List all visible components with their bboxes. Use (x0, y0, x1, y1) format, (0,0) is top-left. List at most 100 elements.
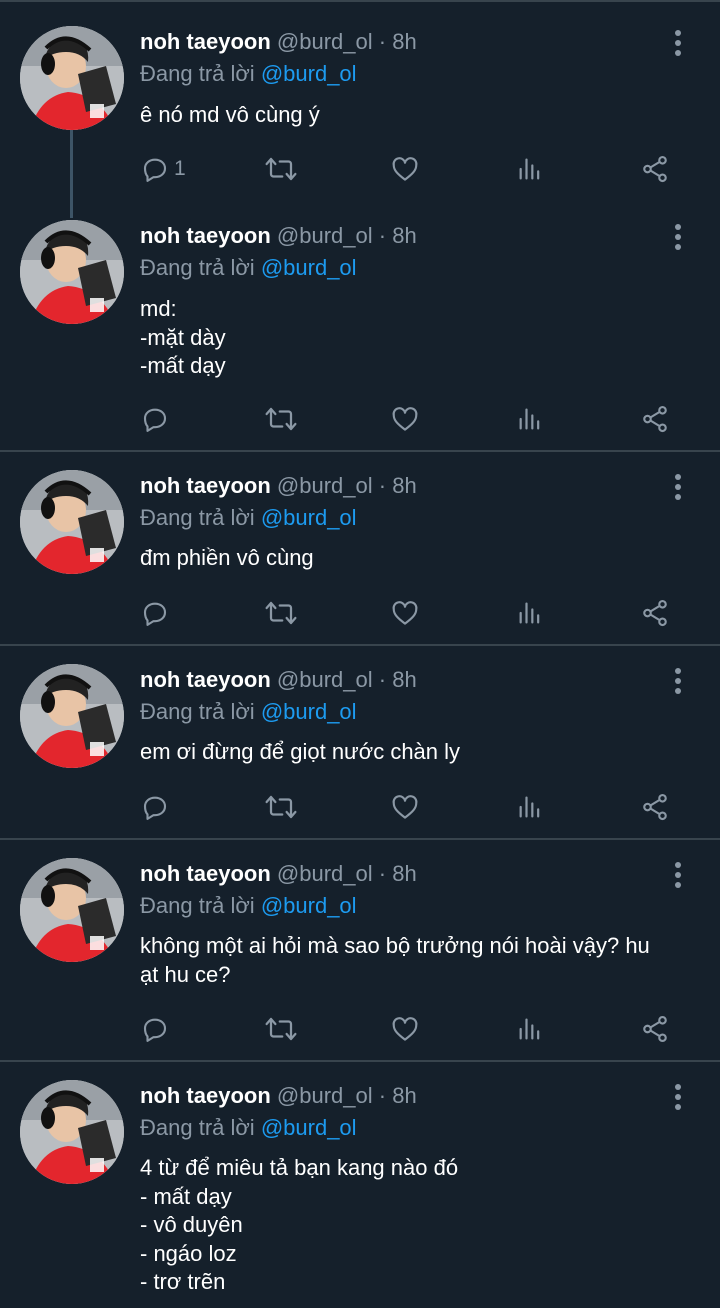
views-icon (516, 598, 544, 628)
avatar[interactable] (20, 664, 124, 768)
avatar[interactable] (20, 470, 124, 574)
like-icon (390, 1014, 420, 1044)
tweet-text: đm phiền vô cùng (140, 544, 700, 573)
share-icon (640, 1014, 670, 1044)
author-name[interactable]: noh taeyoon (140, 223, 271, 248)
views-button[interactable] (516, 787, 544, 827)
text-line: - vô duyên (140, 1212, 243, 1237)
like-button[interactable] (390, 399, 420, 439)
views-button[interactable] (516, 149, 544, 189)
author-handle[interactable]: @burd_ol (277, 29, 373, 54)
avatar[interactable] (20, 26, 124, 130)
tweet[interactable]: noh taeyoon @burd_ol · 8h Đang trả lời @… (0, 0, 720, 200)
more-options-button[interactable] (664, 1081, 692, 1113)
like-icon (390, 598, 420, 628)
share-button[interactable] (640, 787, 670, 827)
retweet-button[interactable] (264, 787, 298, 827)
timestamp[interactable]: 8h (392, 223, 416, 248)
text-line: ê nó md vô cùng ý (140, 102, 320, 127)
tweet[interactable]: noh taeyoon @burd_ol · 8h Đang trả lời @… (0, 452, 720, 646)
action-bar (0, 593, 720, 633)
like-button[interactable] (390, 593, 420, 633)
share-button[interactable] (640, 593, 670, 633)
views-button[interactable] (516, 399, 544, 439)
replying-to-label: Đang trả lời (140, 61, 255, 86)
retweet-button[interactable] (264, 1009, 298, 1049)
mention-link[interactable]: @burd_ol (261, 505, 357, 530)
avatar[interactable] (20, 1080, 124, 1184)
text-line: -mất dạy (140, 353, 226, 378)
separator-dot: · (378, 223, 387, 248)
separator-dot: · (378, 1083, 387, 1108)
tweet-header: noh taeyoon @burd_ol · 8h (140, 859, 417, 889)
mention-link[interactable]: @burd_ol (261, 893, 357, 918)
reply-button[interactable]: 1 (140, 149, 186, 189)
share-button[interactable] (640, 399, 670, 439)
timestamp[interactable]: 8h (392, 473, 416, 498)
timestamp[interactable]: 8h (392, 29, 416, 54)
tweet[interactable]: noh taeyoon @burd_ol · 8h Đang trả lời @… (0, 840, 720, 1062)
like-icon (390, 792, 420, 822)
views-button[interactable] (516, 1009, 544, 1049)
tweet-text: không một ai hỏi mà sao bộ trưởng nói ho… (140, 932, 700, 989)
author-name[interactable]: noh taeyoon (140, 473, 271, 498)
mention-link[interactable]: @burd_ol (261, 61, 357, 86)
timestamp[interactable]: 8h (392, 1083, 416, 1108)
timestamp[interactable]: 8h (392, 667, 416, 692)
text-line: em ơi đừng để giọt nước chàn ly (140, 739, 461, 764)
tweet-header: noh taeyoon @burd_ol · 8h (140, 1081, 417, 1111)
author-name[interactable]: noh taeyoon (140, 861, 271, 886)
share-button[interactable] (640, 1009, 670, 1049)
replying-to: Đang trả lời @burd_ol (140, 503, 357, 533)
reply-button[interactable] (140, 399, 170, 439)
tweet[interactable]: noh taeyoon @burd_ol · 8h Đang trả lời @… (0, 646, 720, 840)
timestamp[interactable]: 8h (392, 861, 416, 886)
action-bar (0, 1009, 720, 1049)
views-button[interactable] (516, 593, 544, 633)
like-icon (390, 404, 420, 434)
mention-link[interactable]: @burd_ol (261, 699, 357, 724)
retweet-icon (264, 598, 298, 628)
more-options-button[interactable] (664, 471, 692, 503)
retweet-button[interactable] (264, 593, 298, 633)
author-name[interactable]: noh taeyoon (140, 1083, 271, 1108)
author-name[interactable]: noh taeyoon (140, 29, 271, 54)
author-handle[interactable]: @burd_ol (277, 223, 373, 248)
author-name[interactable]: noh taeyoon (140, 667, 271, 692)
text-line: đm phiền vô cùng (140, 545, 314, 570)
replying-to: Đang trả lời @burd_ol (140, 59, 357, 89)
more-options-button[interactable] (664, 665, 692, 697)
author-handle[interactable]: @burd_ol (277, 473, 373, 498)
retweet-icon (264, 404, 298, 434)
reply-icon (140, 598, 170, 628)
reply-button[interactable] (140, 1009, 170, 1049)
author-handle[interactable]: @burd_ol (277, 667, 373, 692)
share-button[interactable] (640, 149, 670, 189)
action-bar (0, 399, 720, 439)
avatar[interactable] (20, 220, 124, 324)
reply-button[interactable] (140, 787, 170, 827)
like-button[interactable] (390, 1009, 420, 1049)
share-icon (640, 598, 670, 628)
mention-link[interactable]: @burd_ol (261, 255, 357, 280)
more-options-button[interactable] (664, 27, 692, 59)
share-icon (640, 792, 670, 822)
more-icon (664, 474, 692, 507)
replying-to-label: Đang trả lời (140, 1115, 255, 1140)
replying-to: Đang trả lời @burd_ol (140, 253, 357, 283)
author-handle[interactable]: @burd_ol (277, 861, 373, 886)
like-button[interactable] (390, 787, 420, 827)
retweet-button[interactable] (264, 399, 298, 439)
more-options-button[interactable] (664, 221, 692, 253)
mention-link[interactable]: @burd_ol (261, 1115, 357, 1140)
more-icon (664, 862, 692, 895)
author-handle[interactable]: @burd_ol (277, 1083, 373, 1108)
more-options-button[interactable] (664, 859, 692, 891)
reply-button[interactable] (140, 593, 170, 633)
tweet[interactable]: noh taeyoon @burd_ol · 8h Đang trả lời @… (0, 200, 720, 452)
retweet-button[interactable] (264, 149, 298, 189)
tweet[interactable]: noh taeyoon @burd_ol · 8h Đang trả lời @… (0, 1062, 720, 1308)
like-button[interactable] (390, 149, 420, 189)
tweet-text: em ơi đừng để giọt nước chàn ly (140, 738, 700, 767)
avatar[interactable] (20, 858, 124, 962)
